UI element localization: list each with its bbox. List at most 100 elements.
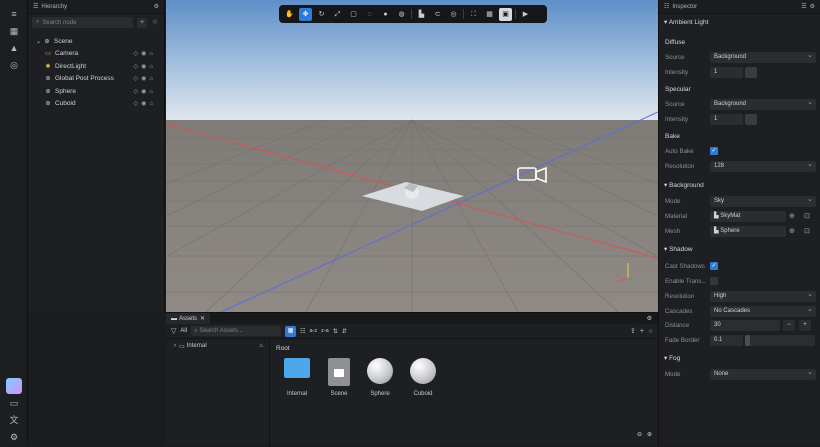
asset-item-internal[interactable]: Internal bbox=[277, 358, 317, 397]
node-tools[interactable]: ◇◉⌂ bbox=[134, 50, 156, 57]
background-mesh-field[interactable]: ▙ Sphere bbox=[710, 225, 786, 237]
auto-bake-checkbox[interactable]: ✓ bbox=[710, 147, 718, 155]
sort-asc-icon[interactable]: ⇅ bbox=[333, 328, 338, 335]
game-view-icon[interactable]: ▣ bbox=[499, 7, 512, 21]
diffuse-intensity-input[interactable]: 1 bbox=[710, 66, 743, 78]
tree-item-directlight[interactable]: ✺ DirectLight ◇◉⌂ bbox=[28, 60, 164, 73]
target-icon[interactable]: ⊕ bbox=[789, 212, 795, 220]
shading-wire-icon[interactable]: ◍ bbox=[395, 8, 408, 21]
scale-icon[interactable]: ⤢ bbox=[331, 8, 344, 21]
grid-view-icon[interactable]: ▦ bbox=[285, 325, 297, 337]
filter-icon[interactable]: ▽ bbox=[171, 327, 176, 335]
zoom-out-icon[interactable]: ⊖ bbox=[637, 431, 642, 438]
scene-toolbar: ✋ ✥ ↻ ⤢ ▢ ◌ ● ◍ ▙ ⊂ ◎ ⛶ ▦ ▣ ▶ bbox=[279, 5, 547, 23]
translate-icon[interactable]: 文 bbox=[8, 414, 20, 426]
tree-item-global-post-process[interactable]: ⊛ Global Post Process ◇◉⌂ bbox=[28, 73, 164, 86]
rect-tool-icon[interactable]: ▢ bbox=[347, 8, 360, 21]
background-mode-label: Mode bbox=[665, 197, 681, 205]
fog-mode-dropdown[interactable]: None bbox=[710, 367, 816, 380]
target-icon[interactable]: ⊕ bbox=[789, 227, 795, 235]
layout-icon[interactable]: ▦ bbox=[8, 25, 20, 37]
bake-resolution-dropdown[interactable]: 128 bbox=[710, 159, 816, 172]
tree-item-sphere[interactable]: ⊛ Sphere ◇◉⌂ bbox=[28, 85, 164, 98]
rotate-icon[interactable]: ↻ bbox=[315, 8, 328, 21]
sort-az-button[interactable]: a-z bbox=[309, 328, 317, 334]
add-icon[interactable]: + bbox=[640, 328, 644, 335]
distance-input[interactable]: 30 bbox=[710, 319, 780, 331]
upload-icon[interactable]: ⇪ bbox=[630, 327, 636, 335]
specular-source-dropdown[interactable]: Background bbox=[710, 97, 816, 110]
sort-desc-icon[interactable]: ⇵ bbox=[342, 328, 347, 335]
gear-icon[interactable]: ⚙ bbox=[647, 315, 652, 322]
section-shadow[interactable]: ▾ Shadow bbox=[664, 245, 693, 253]
tree-item-scene[interactable]: ⌄ ⊛ Scene bbox=[28, 35, 164, 48]
app-icon[interactable] bbox=[6, 378, 22, 394]
background-material-field[interactable]: ▙ SkyMat bbox=[710, 210, 786, 222]
asset-item-cuboid[interactable]: Cuboid bbox=[403, 358, 443, 397]
grid-toggle-icon[interactable]: ▦ bbox=[483, 8, 496, 21]
menu-icon[interactable]: ≡ bbox=[8, 8, 20, 20]
tree-item-cuboid[interactable]: ⊛ Cuboid ◇◉⌂ bbox=[28, 98, 164, 111]
add-node-button[interactable]: + bbox=[137, 17, 147, 28]
shading-solid-icon[interactable]: ● bbox=[379, 8, 392, 21]
breadcrumb[interactable]: Root bbox=[276, 345, 290, 352]
cascades-dropdown[interactable]: No Cascades bbox=[710, 304, 816, 317]
asset-item-scene[interactable]: Scene bbox=[319, 358, 359, 397]
search-icon: ⌕ bbox=[194, 327, 198, 334]
locate-icon[interactable]: ⊡ bbox=[804, 212, 810, 220]
fade-border-slider[interactable] bbox=[745, 334, 815, 346]
move-icon[interactable]: ✥ bbox=[299, 7, 312, 21]
zoom-in-icon[interactable]: ⊕ bbox=[647, 431, 652, 438]
compass-icon[interactable]: ◎ bbox=[8, 59, 20, 71]
node-tools[interactable]: ◇◉⌂ bbox=[134, 100, 156, 107]
snap-icon[interactable]: ⛶ bbox=[467, 8, 480, 21]
tab-assets[interactable]: ▬ Assets ✕ bbox=[166, 313, 211, 324]
node-tools[interactable]: ◇◉⌂ bbox=[134, 75, 156, 82]
increment-button[interactable]: + bbox=[799, 319, 811, 331]
list-view-icon[interactable]: ☷ bbox=[300, 328, 305, 335]
menu-icon[interactable]: ☰ bbox=[801, 3, 806, 10]
assets-search-input[interactable]: ⌕ Search Assets... bbox=[191, 326, 282, 336]
locate-icon[interactable]: ⊡ bbox=[804, 227, 810, 235]
scene-canvas[interactable] bbox=[166, 0, 658, 312]
close-icon[interactable]: ✕ bbox=[200, 315, 205, 322]
shapes-icon[interactable]: ▲ bbox=[8, 42, 20, 54]
specular-intensity-input[interactable]: 1 bbox=[710, 113, 743, 125]
fade-border-input[interactable]: 0.1 bbox=[710, 334, 743, 346]
cast-shadows-checkbox[interactable]: ✓ bbox=[710, 262, 718, 270]
asset-item-sphere[interactable]: Sphere bbox=[360, 358, 400, 397]
filter-label[interactable]: All bbox=[180, 328, 187, 334]
transform-icon[interactable]: ◌ bbox=[363, 8, 376, 21]
gear-icon[interactable]: ⚙ bbox=[810, 3, 815, 10]
filter-icon[interactable]: ⊕ bbox=[150, 18, 160, 28]
slider-thumb[interactable] bbox=[745, 334, 750, 346]
shadow-resolution-dropdown[interactable]: High bbox=[710, 289, 816, 302]
specular-intensity-slider[interactable] bbox=[745, 113, 757, 125]
decrement-button[interactable]: − bbox=[783, 319, 795, 331]
gear-icon[interactable]: ⚙ bbox=[154, 3, 159, 10]
tree-item-internal[interactable]: › ▭ Internal ⌂ bbox=[166, 340, 269, 352]
diffuse-intensity-slider[interactable] bbox=[745, 66, 757, 78]
section-background[interactable]: ▾ Background bbox=[664, 181, 704, 189]
diffuse-source-dropdown[interactable]: Background bbox=[710, 50, 816, 63]
section-fog[interactable]: ▾ Fog bbox=[664, 354, 680, 362]
node-tools[interactable]: ◇◉⌂ bbox=[134, 88, 156, 95]
sort-za-button[interactable]: z-a bbox=[321, 328, 329, 334]
chevron-right-icon[interactable]: › bbox=[174, 343, 176, 349]
link-icon[interactable]: ⊂ bbox=[431, 8, 444, 21]
more-icon[interactable]: ⊕ bbox=[648, 328, 653, 335]
global-icon[interactable]: ◎ bbox=[447, 8, 460, 21]
enable-trans-checkbox[interactable] bbox=[710, 277, 718, 285]
section-ambient-light[interactable]: ▾ Ambient Light bbox=[664, 18, 708, 26]
tree-item-camera[interactable]: ▭ Camera ◇◉⌂ bbox=[28, 48, 164, 61]
pivot-icon[interactable]: ▙ bbox=[415, 8, 428, 21]
chevron-down-icon[interactable]: ⌄ bbox=[36, 38, 41, 45]
node-tools[interactable]: ◇◉⌂ bbox=[134, 63, 156, 70]
hierarchy-search-input[interactable]: ⌕ Search node bbox=[32, 17, 133, 28]
hand-icon[interactable]: ✋ bbox=[283, 8, 296, 21]
scene-viewport[interactable] bbox=[166, 0, 658, 312]
play-icon[interactable]: ▶ bbox=[519, 8, 532, 21]
panel-icon[interactable]: ▭ bbox=[8, 397, 20, 409]
settings-icon[interactable]: ⚙ bbox=[8, 431, 20, 443]
background-mode-dropdown[interactable]: Sky bbox=[710, 194, 816, 207]
